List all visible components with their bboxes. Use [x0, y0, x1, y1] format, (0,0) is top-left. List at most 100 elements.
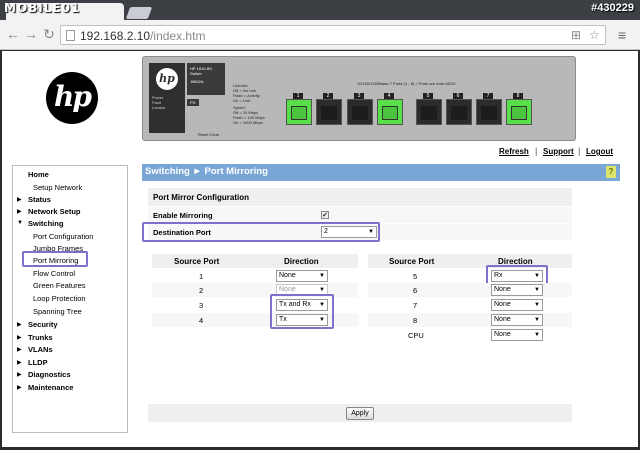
device-leds: Power Fault Locator — [152, 95, 165, 110]
device-legend: Link/Act: Off = No Link Flash = Activity… — [233, 83, 265, 125]
device-code: J9802A — [190, 79, 204, 84]
right-source-port-header: Source Port — [389, 257, 435, 266]
expand-arrow-icon[interactable]: ▶ — [17, 334, 22, 341]
hp-logo: hp — [46, 72, 98, 124]
browser-toolbar: ← → ↻ 192.168.2.10/index.htm ⊞ ☆ ≡ — [0, 20, 640, 50]
select-value: None — [279, 286, 296, 293]
sidebar-item-network-setup[interactable]: Network Setup — [28, 207, 81, 216]
expand-arrow-icon[interactable]: ▶ — [17, 359, 22, 366]
device-model: HP 1810-8G Switch — [190, 66, 213, 76]
url-host: 192.168.2.10 — [80, 29, 151, 43]
link-separator: | — [578, 146, 581, 156]
url-text: 192.168.2.10/index.htm — [80, 29, 205, 43]
sidebar-item-spanning-tree[interactable]: Spanning Tree — [33, 307, 82, 316]
link-separator: | — [535, 146, 538, 156]
dropdown-caret-icon: ▼ — [534, 332, 540, 338]
watermark-logo: MOBILE01 — [4, 1, 81, 15]
port-jack — [352, 106, 368, 120]
star-icon[interactable]: ☆ — [589, 28, 600, 42]
sidebar-item-green-features[interactable]: Green Features — [33, 281, 86, 290]
direction-select-port-6[interactable]: None ▼ — [491, 284, 543, 296]
port-6[interactable]: 6 — [446, 93, 472, 125]
refresh-link[interactable]: Refresh — [499, 147, 529, 156]
ports-title: 10/100/1000Base-T Ports (1 - 8) = Ports … — [357, 81, 456, 86]
dropdown-caret-icon: ▼ — [534, 317, 540, 323]
sidebar-item-flow-control[interactable]: Flow Control — [33, 269, 75, 278]
source-port-cell: 8 — [413, 316, 418, 325]
sidebar-item-lldp[interactable]: LLDP — [28, 358, 48, 367]
sidebar-item-maintenance[interactable]: Maintenance — [28, 383, 73, 392]
expand-arrow-icon[interactable]: ▶ — [17, 371, 22, 378]
port-number: 7 — [483, 93, 493, 99]
source-port-cell: 6 — [413, 286, 418, 295]
page-content: hp hp Power Fault Locator HP 1810-8G Swi… — [2, 51, 638, 447]
sidebar-item-setup-network[interactable]: Setup Network — [33, 183, 82, 192]
port-4[interactable]: 4 — [377, 93, 403, 125]
port-2[interactable]: 2 — [316, 93, 342, 125]
sidebar-item-home[interactable]: Home — [28, 170, 49, 179]
address-bar[interactable]: 192.168.2.10/index.htm ⊞ ☆ — [60, 25, 606, 45]
sidebar-item-diagnostics[interactable]: Diagnostics — [28, 370, 71, 379]
expand-arrow-icon[interactable]: ▶ — [17, 208, 22, 215]
legend-line: On = 1000 Mbps — [233, 120, 263, 125]
sidebar-item-port-mirroring[interactable]: Port Mirroring — [33, 256, 78, 265]
collapse-arrow-icon[interactable]: ▼ — [17, 220, 23, 226]
forward-arrow-icon[interactable]: → — [24, 26, 38, 42]
port-jack — [481, 106, 497, 120]
direction-select-port-7[interactable]: None ▼ — [491, 299, 543, 311]
select-value: None — [494, 301, 511, 308]
source-port-cell: 1 — [199, 272, 204, 281]
enable-mirroring-checkbox[interactable]: ✔ — [321, 211, 329, 219]
port-8[interactable]: 8 — [506, 93, 532, 125]
port-number: 6 — [453, 93, 463, 99]
sidebar-item-port-configuration[interactable]: Port Configuration — [33, 232, 93, 241]
dropdown-caret-icon: ▼ — [534, 287, 540, 293]
expand-arrow-icon[interactable]: ▶ — [17, 384, 22, 391]
source-port-cell: 7 — [413, 301, 418, 310]
direction-select-port-8[interactable]: None ▼ — [491, 314, 543, 326]
back-arrow-icon[interactable]: ← — [6, 26, 20, 42]
sidebar-item-loop-protection[interactable]: Loop Protection — [33, 294, 86, 303]
dropdown-caret-icon: ▼ — [534, 302, 540, 308]
logout-link[interactable]: Logout — [586, 147, 613, 156]
switch-panel: hp Power Fault Locator HP 1810-8G Switch… — [142, 56, 576, 141]
device-badge: hp Power Fault Locator — [149, 63, 185, 133]
sidebar-item-trunks[interactable]: Trunks — [28, 333, 53, 342]
support-link[interactable]: Support — [543, 147, 574, 156]
page-icon — [66, 30, 75, 41]
destination-highlight — [142, 222, 380, 242]
apply-button[interactable]: Apply — [346, 407, 374, 420]
menu-icon[interactable]: ≡ — [618, 27, 626, 43]
port-number: 8 — [513, 93, 523, 99]
source-port-cell: 4 — [199, 316, 204, 325]
direction-select-port-1[interactable]: None ▼ — [276, 270, 328, 282]
new-tab-button[interactable] — [125, 7, 153, 19]
port-jack — [421, 106, 437, 120]
port-3[interactable]: 3 — [347, 93, 373, 125]
led-locator: Locator — [152, 105, 166, 110]
hp-mini-logo: hp — [156, 68, 178, 90]
port-jack — [291, 106, 307, 120]
left-direction-header: Direction — [284, 257, 319, 266]
port-1[interactable]: 1 — [286, 93, 312, 125]
legend-line: On = Link — [233, 98, 251, 103]
port-7[interactable]: 7 — [476, 93, 502, 125]
sidebar-item-security[interactable]: Security — [28, 320, 58, 329]
port-number: 1 — [293, 93, 303, 99]
translate-icon[interactable]: ⊞ — [571, 28, 581, 42]
direction-select-cpu[interactable]: None ▼ — [491, 329, 543, 341]
select-value: None — [494, 316, 511, 323]
port-5[interactable]: 5 — [416, 93, 442, 125]
expand-arrow-icon[interactable]: ▶ — [17, 346, 22, 353]
sidebar-item-status[interactable]: Status — [28, 195, 51, 204]
expand-arrow-icon[interactable]: ▶ — [17, 196, 22, 203]
sidebar-item-switching[interactable]: Switching — [28, 219, 63, 228]
port-jack — [382, 106, 398, 120]
reload-icon[interactable]: ↻ — [42, 26, 56, 42]
port-number: 4 — [384, 93, 394, 99]
help-icon[interactable]: ? — [606, 166, 616, 178]
expand-arrow-icon[interactable]: ▶ — [17, 321, 22, 328]
select-value: None — [279, 272, 296, 279]
left-source-port-header: Source Port — [174, 257, 220, 266]
sidebar-item-vlans[interactable]: VLANs — [28, 345, 53, 354]
